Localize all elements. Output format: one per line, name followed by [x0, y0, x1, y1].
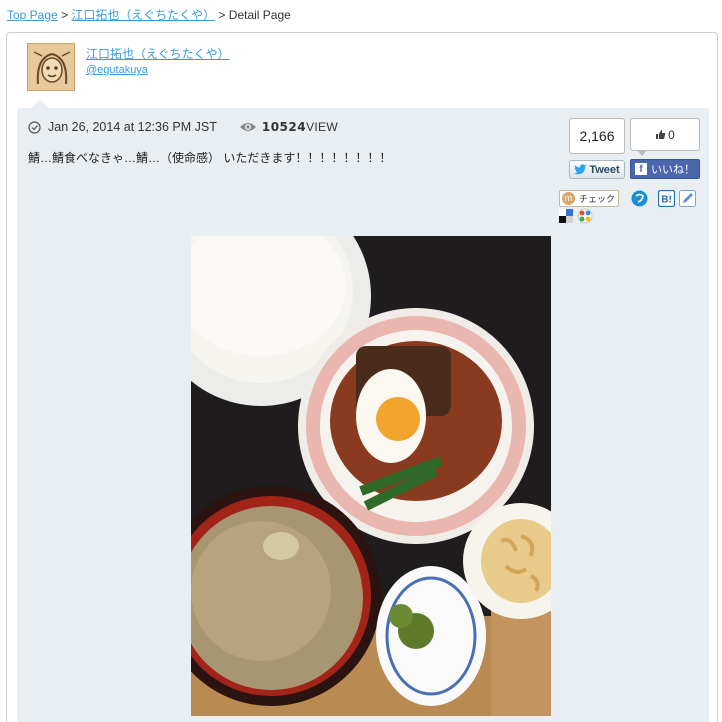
hatena-bookmark-icon[interactable]: B!	[658, 190, 675, 207]
avatar-drawing	[28, 44, 74, 90]
post-card: 江口拓也（えぐちたくや） @egutakuya Jan 26, 2014 at …	[6, 32, 718, 722]
post-photo[interactable]	[191, 236, 551, 716]
view-count: 10524	[261, 120, 307, 134]
share-row-secondary	[559, 208, 593, 224]
like-count: 0	[668, 127, 675, 142]
mixi-check-button[interactable]: m チェック	[559, 190, 619, 207]
eye-icon	[239, 123, 256, 131]
clock-icon	[28, 120, 41, 134]
google-bookmark-icon[interactable]	[577, 208, 593, 224]
post-pointer	[31, 99, 49, 108]
post-date: Jan 26, 2014 at 12:36 PM JST	[48, 120, 217, 134]
user-name-link[interactable]: 江口拓也（えぐちたくや）	[86, 45, 230, 62]
tweet-count: 2,166	[569, 118, 625, 154]
post-text: 鯖…鯖食べなきゃ…鯖…（使命感） いただきます！！！！！！！！	[28, 151, 392, 165]
tweet-button[interactable]: Tweet	[569, 160, 625, 179]
facebook-like-label: いいね！	[651, 164, 695, 176]
post-body: Jan 26, 2014 at 12:36 PM JST 10524 VIEW …	[17, 99, 709, 722]
breadcrumb-top-link[interactable]: Top Page	[7, 8, 58, 22]
meal-photo-illustration	[191, 236, 551, 716]
user-handle-link[interactable]: @egutakuya	[86, 64, 148, 76]
avatar[interactable]	[27, 43, 75, 91]
share-row: m チェック B!	[559, 190, 696, 207]
thumbs-up-icon	[656, 130, 666, 139]
post-meta: Jan 26, 2014 at 12:36 PM JST 10524 VIEW	[28, 120, 338, 134]
tsubuyaki-share-icon[interactable]	[631, 190, 648, 207]
breadcrumb: Top Page > 江口拓也（えぐちたくや） > Detail Page	[7, 6, 291, 23]
tweet-button-label: Tweet	[589, 163, 620, 176]
bookmark-pencil-icon[interactable]	[679, 190, 696, 207]
view-label: VIEW	[306, 120, 338, 134]
twitter-bird-icon	[574, 164, 587, 175]
like-count-box: 0	[630, 118, 700, 156]
count-pointer	[637, 150, 647, 156]
breadcrumb-current: Detail Page	[228, 8, 291, 22]
breadcrumb-separator: >	[61, 8, 69, 22]
facebook-like-button[interactable]: f いいね！	[630, 159, 700, 179]
mixi-icon: m	[562, 192, 575, 205]
svg-text:B!: B!	[661, 195, 672, 206]
breadcrumb-user-link[interactable]: 江口拓也（えぐちたくや）	[71, 8, 215, 22]
breadcrumb-separator: >	[218, 8, 226, 22]
mixi-check-label: チェック	[579, 194, 616, 204]
delicious-icon[interactable]	[559, 209, 573, 223]
facebook-icon: f	[635, 163, 647, 175]
